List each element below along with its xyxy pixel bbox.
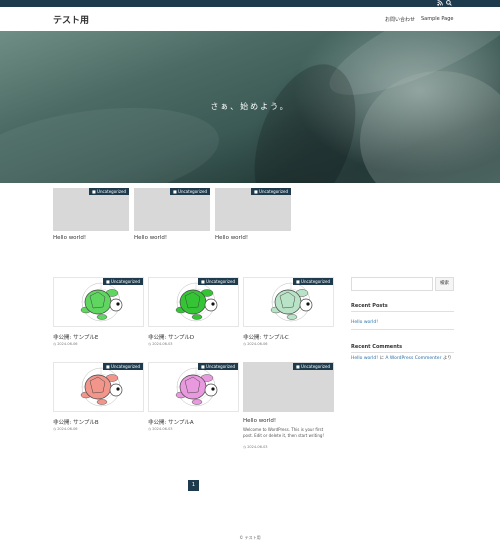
category-badge[interactable]: ■ Uncategorized bbox=[88, 188, 129, 195]
post-title[interactable]: 非公開: サンプルB bbox=[53, 418, 99, 426]
featured-title[interactable]: Hello world! bbox=[53, 235, 86, 241]
nav-item-contact[interactable]: お問い合わせ bbox=[385, 16, 415, 23]
post-title[interactable]: 非公開: サンプルC bbox=[243, 333, 289, 341]
folder-icon: ■ bbox=[253, 189, 258, 194]
category-badge[interactable]: ■ Uncategorized bbox=[292, 363, 333, 370]
turtle-illustration bbox=[80, 282, 123, 322]
clock-icon: ◷ bbox=[53, 342, 57, 346]
turtle-illustration bbox=[175, 282, 218, 322]
top-bar bbox=[0, 0, 500, 7]
folder-icon: ■ bbox=[172, 189, 177, 194]
post-thumbnail[interactable]: ■ Uncategorized bbox=[53, 277, 144, 327]
clock-icon: ◷ bbox=[243, 342, 247, 346]
recent-post-link[interactable]: Hello world! bbox=[351, 320, 378, 325]
category-badge[interactable]: ■ Uncategorized bbox=[197, 278, 238, 285]
category-badge[interactable]: ■ Uncategorized bbox=[292, 278, 333, 285]
post-thumbnail[interactable]: ■ Uncategorized bbox=[148, 277, 239, 327]
category-badge[interactable]: ■ Uncategorized bbox=[197, 363, 238, 370]
category-badge[interactable]: ■ Uncategorized bbox=[169, 188, 210, 195]
site-header: テスト用 お問い合わせ Sample Page bbox=[0, 7, 500, 31]
post-date: ◷ 2024-06-03 bbox=[243, 445, 268, 449]
divider bbox=[351, 311, 454, 312]
category-badge[interactable]: ■ Uncategorized bbox=[102, 363, 143, 370]
post-title[interactable]: 非公開: サンプルA bbox=[148, 418, 194, 426]
post-thumbnail[interactable]: ■ Uncategorized bbox=[148, 362, 239, 412]
post-date: ◷ 2024-06-03 bbox=[148, 427, 173, 431]
recent-comment: Hello world! に A WordPress Commenter より bbox=[351, 356, 452, 361]
clock-icon: ◷ bbox=[243, 445, 247, 449]
post-title[interactable]: 非公開: サンプルE bbox=[53, 333, 98, 341]
post-thumbnail[interactable]: ■ Uncategorized bbox=[243, 362, 334, 412]
post-title[interactable]: 非公開: サンプルD bbox=[148, 333, 194, 341]
clock-icon: ◷ bbox=[148, 342, 152, 346]
post-date: ◷ 2024-06-03 bbox=[148, 342, 173, 346]
recent-posts-heading: Recent Posts bbox=[351, 303, 388, 309]
folder-icon: ■ bbox=[105, 279, 110, 284]
folder-icon: ■ bbox=[295, 279, 300, 284]
category-badge[interactable]: ■ Uncategorized bbox=[102, 278, 143, 285]
divider bbox=[351, 329, 454, 330]
search-button[interactable]: 検索 bbox=[435, 277, 454, 291]
folder-icon: ■ bbox=[200, 279, 205, 284]
post-excerpt: Welcome to WordPress. This is your first… bbox=[243, 427, 325, 438]
post-date: ◷ 2024-06-06 bbox=[53, 427, 78, 431]
site-title[interactable]: テスト用 bbox=[53, 13, 89, 26]
folder-icon: ■ bbox=[295, 364, 300, 369]
clock-icon: ◷ bbox=[148, 427, 152, 431]
turtle-illustration bbox=[175, 367, 218, 407]
post-date: ◷ 2024-06-06 bbox=[243, 342, 268, 346]
featured-thumbnail[interactable]: ■ Uncategorized bbox=[53, 188, 129, 231]
turtle-illustration bbox=[270, 282, 313, 322]
pagination-current[interactable]: 1 bbox=[188, 480, 199, 491]
turtle-illustration bbox=[80, 367, 123, 407]
clock-icon: ◷ bbox=[53, 427, 57, 431]
footer-copyright: © テスト用 bbox=[239, 535, 261, 540]
divider bbox=[351, 352, 454, 353]
folder-icon: ■ bbox=[105, 364, 110, 369]
featured-title[interactable]: Hello world! bbox=[134, 235, 167, 241]
folder-icon: ■ bbox=[200, 364, 205, 369]
post-thumbnail[interactable]: ■ Uncategorized bbox=[243, 277, 334, 327]
post-title[interactable]: Hello world! bbox=[243, 418, 276, 424]
comment-post-link[interactable]: Hello world! bbox=[351, 356, 378, 361]
category-badge[interactable]: ■ Uncategorized bbox=[250, 188, 291, 195]
search-input[interactable] bbox=[351, 277, 433, 291]
featured-thumbnail[interactable]: ■ Uncategorized bbox=[134, 188, 210, 231]
post-thumbnail[interactable]: ■ Uncategorized bbox=[53, 362, 144, 412]
hero-banner: さぁ、始めよう。 bbox=[0, 31, 500, 183]
post-date: ◷ 2024-06-06 bbox=[53, 342, 78, 346]
comment-author-link[interactable]: A WordPress Commenter bbox=[385, 356, 441, 361]
featured-title[interactable]: Hello world! bbox=[215, 235, 248, 241]
recent-comments-heading: Recent Comments bbox=[351, 344, 403, 350]
hero-tagline: さぁ、始めよう。 bbox=[210, 102, 290, 111]
folder-icon: ■ bbox=[91, 189, 96, 194]
nav-item-sample-page[interactable]: Sample Page bbox=[421, 16, 453, 22]
featured-thumbnail[interactable]: ■ Uncategorized bbox=[215, 188, 291, 231]
